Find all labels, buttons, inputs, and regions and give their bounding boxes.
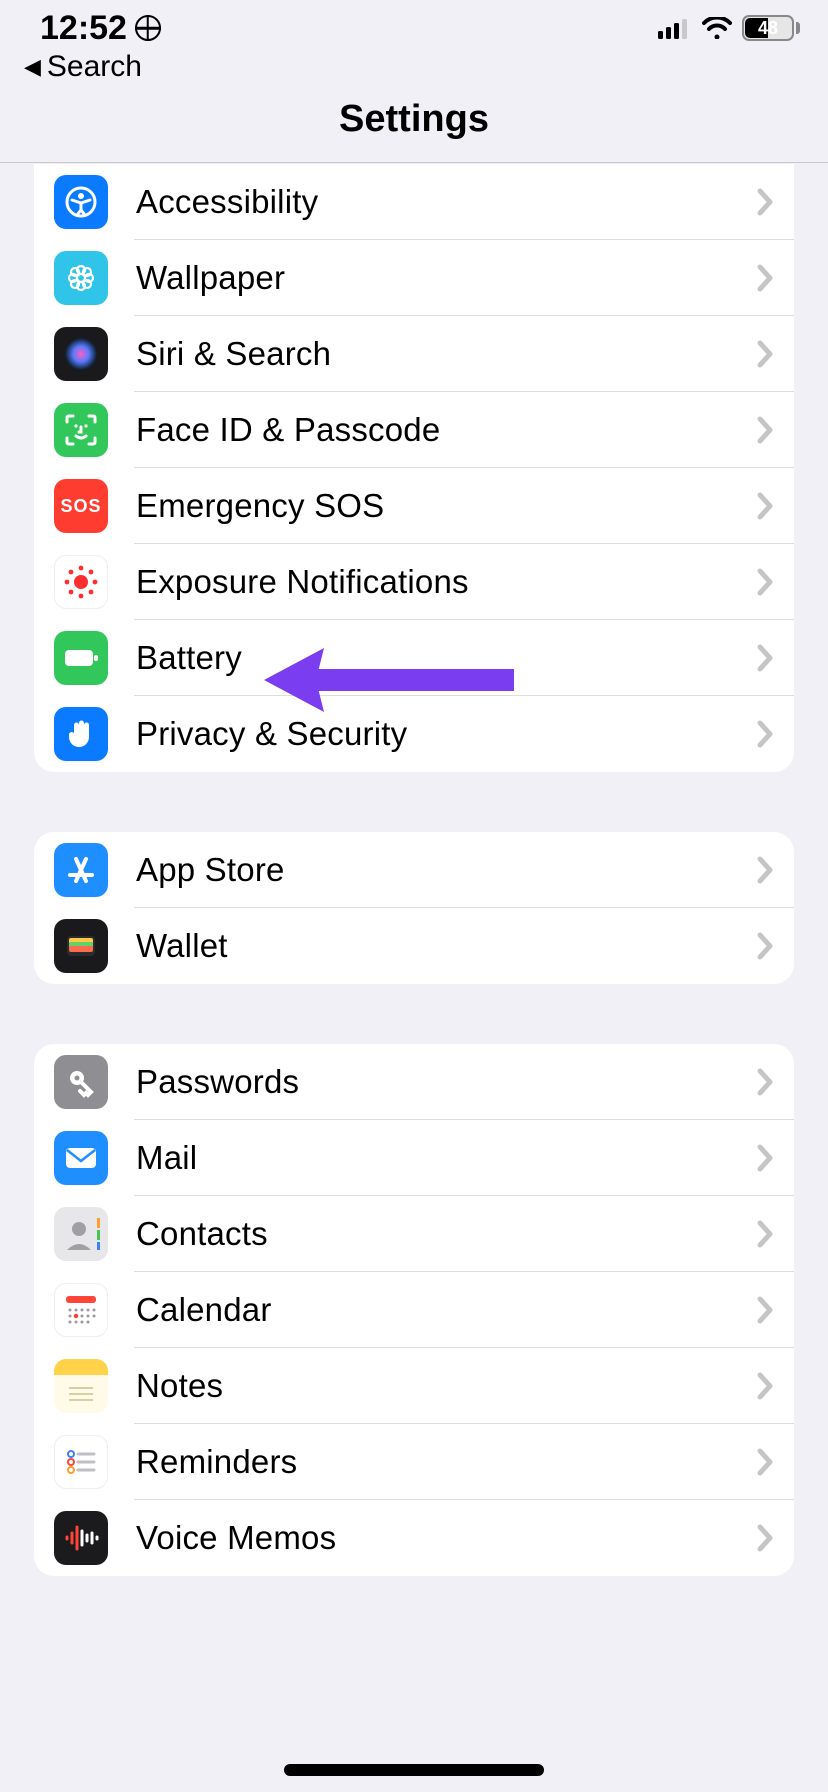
page-title: Settings — [0, 98, 828, 141]
row-passwords[interactable]: Passwords — [34, 1044, 794, 1120]
wallpaper-icon — [54, 251, 108, 305]
status-bar: 12:52 — [0, 0, 828, 56]
mail-icon — [54, 1131, 108, 1185]
chevron-right-icon — [756, 567, 774, 597]
row-label: Wallpaper — [136, 259, 756, 297]
chevron-right-icon — [756, 855, 774, 885]
row-label: Battery — [136, 639, 756, 677]
home-indicator-redacted — [284, 1764, 544, 1776]
chevron-right-icon — [756, 1295, 774, 1325]
row-label: Emergency SOS — [136, 487, 756, 525]
chevron-right-icon — [756, 643, 774, 673]
hand-icon — [54, 707, 108, 761]
row-label: Calendar — [136, 1291, 756, 1329]
settings-group-general: Accessibility Wallpaper — [34, 164, 794, 772]
row-label: Accessibility — [136, 183, 756, 221]
row-label: Mail — [136, 1139, 756, 1177]
sos-icon: SOS — [54, 479, 108, 533]
accessibility-icon — [54, 175, 108, 229]
row-battery[interactable]: Battery — [34, 620, 794, 696]
back-label: Search — [47, 50, 142, 84]
row-notes[interactable]: Notes — [34, 1348, 794, 1424]
row-label: Siri & Search — [136, 335, 756, 373]
row-wallet[interactable]: Wallet — [34, 908, 794, 984]
chevron-right-icon — [756, 339, 774, 369]
back-arrow-icon: ◀ — [24, 56, 41, 78]
chevron-right-icon — [756, 1143, 774, 1173]
row-label: Passwords — [136, 1063, 756, 1101]
key-icon — [54, 1055, 108, 1109]
row-voicememos[interactable]: Voice Memos — [34, 1500, 794, 1576]
status-right: 48 — [658, 15, 800, 41]
contacts-icon — [54, 1207, 108, 1261]
cellular-icon — [658, 17, 692, 39]
chevron-right-icon — [756, 1219, 774, 1249]
chevron-right-icon — [756, 931, 774, 961]
chevron-right-icon — [756, 1067, 774, 1097]
row-appstore[interactable]: App Store — [34, 832, 794, 908]
notes-icon — [54, 1359, 108, 1413]
chevron-right-icon — [756, 1447, 774, 1477]
chevron-right-icon — [756, 1523, 774, 1553]
chevron-right-icon — [756, 491, 774, 521]
battery-indicator: 48 — [742, 15, 800, 41]
settings-list[interactable]: Accessibility Wallpaper — [0, 164, 828, 1792]
globe-icon — [135, 15, 161, 41]
header-divider — [0, 162, 828, 163]
siri-icon — [54, 327, 108, 381]
sos-text: SOS — [60, 496, 101, 517]
row-label: App Store — [136, 851, 756, 889]
row-label: Privacy & Security — [136, 715, 756, 753]
chevron-right-icon — [756, 1371, 774, 1401]
row-label: Reminders — [136, 1443, 756, 1481]
battery-icon — [54, 631, 108, 685]
calendar-icon — [54, 1283, 108, 1337]
status-left: 12:52 — [40, 9, 161, 48]
faceid-icon — [54, 403, 108, 457]
row-exposure[interactable]: Exposure Notifications — [34, 544, 794, 620]
row-calendar[interactable]: Calendar — [34, 1272, 794, 1348]
row-label: Notes — [136, 1367, 756, 1405]
row-faceid[interactable]: Face ID & Passcode — [34, 392, 794, 468]
wallet-icon — [54, 919, 108, 973]
settings-group-apps: Passwords Mail — [34, 1044, 794, 1576]
chevron-right-icon — [756, 719, 774, 749]
row-accessibility[interactable]: Accessibility — [34, 164, 794, 240]
row-label: Contacts — [136, 1215, 756, 1253]
row-siri[interactable]: Siri & Search — [34, 316, 794, 392]
chevron-right-icon — [756, 415, 774, 445]
row-privacy[interactable]: Privacy & Security — [34, 696, 794, 772]
voicememos-icon — [54, 1511, 108, 1565]
row-wallpaper[interactable]: Wallpaper — [34, 240, 794, 316]
back-button[interactable]: ◀ Search — [24, 50, 142, 84]
row-mail[interactable]: Mail — [34, 1120, 794, 1196]
appstore-icon — [54, 843, 108, 897]
exposure-icon — [54, 555, 108, 609]
chevron-right-icon — [756, 187, 774, 217]
row-label: Voice Memos — [136, 1519, 756, 1557]
row-label: Exposure Notifications — [136, 563, 756, 601]
row-contacts[interactable]: Contacts — [34, 1196, 794, 1272]
row-reminders[interactable]: Reminders — [34, 1424, 794, 1500]
row-label: Wallet — [136, 927, 756, 965]
chevron-right-icon — [756, 263, 774, 293]
row-label: Face ID & Passcode — [136, 411, 756, 449]
battery-percent-text: 48 — [744, 17, 792, 39]
reminders-icon — [54, 1435, 108, 1489]
row-sos[interactable]: SOS Emergency SOS — [34, 468, 794, 544]
settings-group-store: App Store Wallet — [34, 832, 794, 984]
wifi-icon — [702, 17, 732, 39]
status-time: 12:52 — [40, 9, 127, 48]
